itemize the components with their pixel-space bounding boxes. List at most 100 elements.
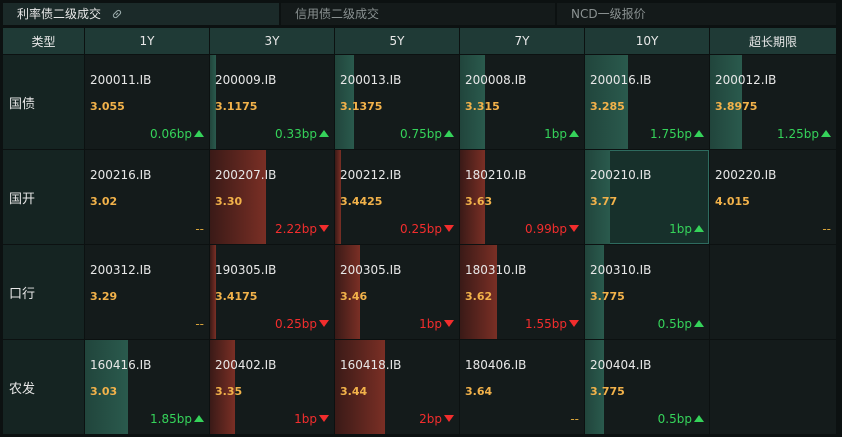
bond-cell[interactable]: 190305.IB 3.4175 0.25bp [210,245,334,339]
yield-change: -- [570,412,579,426]
yield-change: 0.75bp [400,127,454,141]
bond-cell[interactable]: 200016.IB 3.285 1.75bp [585,55,709,149]
yield-change: 1bp [419,317,454,331]
bond-code: 200012.IB [715,73,777,87]
bond-code: 200009.IB [215,73,277,87]
tab-label: 信用债二级成交 [295,7,380,21]
triangle-up-icon [694,320,704,327]
bond-cell[interactable]: 200220.IB 4.015 -- [710,150,836,244]
triangle-up-icon [694,130,704,137]
bond-cell[interactable]: 200216.IB 3.02 -- [85,150,209,244]
bond-cell[interactable]: 180310.IB 3.62 1.55bp [460,245,584,339]
bond-yield: 3.44 [340,385,368,398]
bond-yield: 3.02 [90,195,118,208]
tab-rate-bond-secondary[interactable]: 利率债二级成交 [3,3,279,25]
change-text: 0.5bp [657,412,692,426]
link-icon[interactable] [111,5,123,19]
bond-cell[interactable]: 200212.IB 3.4425 0.25bp [335,150,459,244]
change-text: 1.75bp [650,127,692,141]
yield-change: 1bp [544,127,579,141]
bond-yield: 3.1375 [340,100,383,113]
bond-cell[interactable]: 200008.IB 3.315 1bp [460,55,584,149]
change-text: 1bp [544,127,567,141]
bond-yield: 3.055 [90,100,125,113]
bond-code: 200016.IB [590,73,652,87]
bond-yield: 3.775 [590,290,625,303]
bond-cell[interactable]: 160418.IB 3.44 2bp [335,340,459,434]
column-header-3y: 3Y [210,28,334,54]
yield-change: -- [195,222,204,236]
bond-code: 200011.IB [90,73,152,87]
column-header-5y: 5Y [335,28,459,54]
change-text: 2.22bp [275,222,317,236]
bond-cell[interactable]: 200210.IB 3.77 1bp [585,150,709,244]
bond-code: 200310.IB [590,263,652,277]
yield-change: 0.5bp [658,412,704,426]
change-text: 1bp [419,317,442,331]
column-header-超长期限: 超长期限 [710,28,836,54]
bond-yield: 3.62 [465,290,493,303]
change-text: 2bp [419,412,442,426]
bond-cell[interactable]: 200009.IB 3.1175 0.33bp [210,55,334,149]
bond-yield: 3.285 [590,100,625,113]
bond-yield: 3.64 [465,385,493,398]
bond-code: 200216.IB [90,168,152,182]
bond-cell[interactable]: 200402.IB 3.35 1bp [210,340,334,434]
bond-cell[interactable]: 200013.IB 3.1375 0.75bp [335,55,459,149]
tab-ncd-primary-quote[interactable]: NCD一级报价 [557,3,836,25]
bond-cell[interactable]: 200012.IB 3.8975 1.25bp [710,55,836,149]
bond-code: 200013.IB [340,73,402,87]
change-text: 0.25bp [275,317,317,331]
bond-code: 200210.IB [590,168,652,182]
yield-change: 1bp [294,412,329,426]
bond-yield: 3.63 [465,195,493,208]
yield-change: 0.99bp [525,222,579,236]
yield-change: 0.25bp [275,317,329,331]
row-label: 农发 [3,340,84,434]
triangle-up-icon [444,130,454,137]
yield-change: 1.25bp [777,127,831,141]
bond-cell [710,340,836,434]
bond-yield: 3.46 [340,290,368,303]
yield-change: 1.55bp [525,317,579,331]
triangle-up-icon [194,415,204,422]
bond-cell[interactable]: 160416.IB 3.03 1.85bp [85,340,209,434]
yield-change: 2bp [419,412,454,426]
bond-cell[interactable]: 200207.IB 3.30 2.22bp [210,150,334,244]
bond-code: 200402.IB [215,358,277,372]
bond-cell[interactable]: 200312.IB 3.29 -- [85,245,209,339]
bond-cell[interactable]: 180406.IB 3.64 -- [460,340,584,434]
triangle-down-icon [569,225,579,232]
bond-yield: 3.30 [215,195,243,208]
change-text: 1.55bp [525,317,567,331]
bond-code: 200305.IB [340,263,402,277]
change-text: 1.85bp [150,412,192,426]
triangle-down-icon [319,320,329,327]
bond-code: 160418.IB [340,358,402,372]
change-text: 0.75bp [400,127,442,141]
bond-yield: 3.315 [465,100,500,113]
bond-yield: 3.77 [590,195,618,208]
tab-label: NCD一级报价 [571,7,646,21]
triangle-down-icon [444,225,454,232]
bond-code: 200220.IB [715,168,777,182]
bond-code: 200008.IB [465,73,527,87]
change-text: 1bp [294,412,317,426]
yield-change: -- [822,222,831,236]
bond-cell[interactable]: 200305.IB 3.46 1bp [335,245,459,339]
bond-cell[interactable]: 180210.IB 3.63 0.99bp [460,150,584,244]
bond-cell[interactable]: 200404.IB 3.775 0.5bp [585,340,709,434]
yield-change: 0.5bp [658,317,704,331]
yield-change: 0.25bp [400,222,454,236]
triangle-down-icon [319,415,329,422]
change-text: 1.25bp [777,127,819,141]
column-header-1y: 1Y [85,28,209,54]
bond-code: 200312.IB [90,263,152,277]
yield-change: 1.85bp [150,412,204,426]
tab-credit-bond-secondary[interactable]: 信用债二级成交 [281,3,555,25]
yield-change: 1bp [669,222,704,236]
bond-cell[interactable]: 200011.IB 3.055 0.06bp [85,55,209,149]
triangle-up-icon [821,130,831,137]
bond-cell[interactable]: 200310.IB 3.775 0.5bp [585,245,709,339]
triangle-down-icon [569,320,579,327]
